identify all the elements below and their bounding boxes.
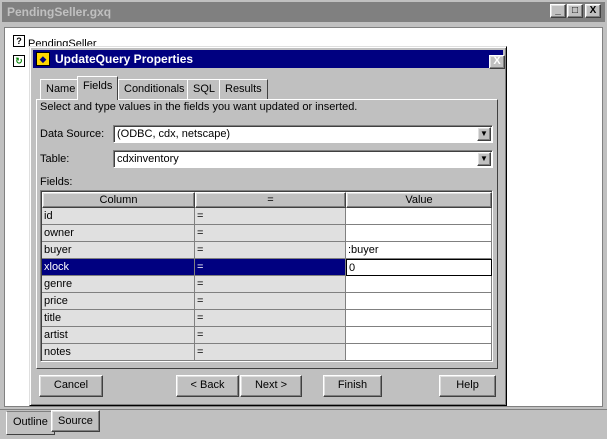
fields-tab-panel [36, 99, 498, 369]
finish-button[interactable]: Finish [323, 375, 382, 397]
dialog-app-icon: ◆ [36, 52, 50, 66]
minimize-button[interactable]: _ [550, 4, 566, 18]
tab-results[interactable]: Results [219, 79, 268, 100]
cancel-button[interactable]: Cancel [39, 375, 103, 397]
tab-source[interactable]: Source [51, 410, 100, 432]
tab-conditionals[interactable]: Conditionals [118, 79, 191, 100]
close-window-button[interactable]: X [585, 4, 601, 18]
dialog-title-bar: ◆ UpdateQuery Properties X [33, 50, 505, 69]
dialog-title: UpdateQuery Properties [55, 52, 194, 66]
back-button[interactable]: < Back [176, 375, 239, 397]
refresh-icon[interactable]: ↻ [13, 55, 25, 67]
query-window-title: PendingSeller.gxq [2, 2, 605, 22]
query-icon[interactable]: ? [13, 35, 25, 47]
help-button[interactable]: Help [439, 375, 496, 397]
next-button[interactable]: Next > [240, 375, 302, 397]
maximize-button[interactable]: □ [567, 4, 583, 18]
tab-fields[interactable]: Fields [77, 76, 119, 100]
tab-name[interactable]: Name [40, 79, 82, 100]
dialog-close-button[interactable]: X [489, 55, 505, 69]
view-tabs: Outline Source [0, 409, 607, 439]
tab-outline[interactable]: Outline [6, 411, 55, 435]
tab-sql[interactable]: SQL [187, 79, 222, 100]
